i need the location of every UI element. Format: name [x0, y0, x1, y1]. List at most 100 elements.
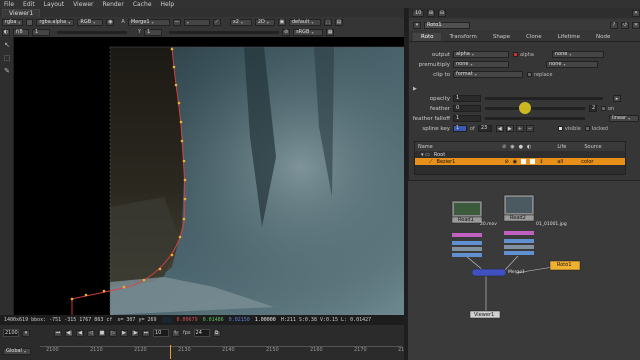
node-close-icon[interactable]: ✕ [632, 21, 640, 29]
lut-dropdown[interactable]: default ▾ [288, 18, 321, 26]
flipbook-icon[interactable]: ⧉ [212, 329, 221, 337]
node-name-field[interactable]: Roto1 [424, 21, 470, 29]
gain-slider[interactable] [57, 30, 127, 34]
feather-falloff-slider[interactable] [485, 117, 585, 120]
view-mode-dropdown[interactable]: 2D ▾ [254, 18, 275, 26]
first-frame-icon[interactable]: ⏮ [54, 329, 62, 337]
feather-slider[interactable] [485, 107, 585, 110]
delete-key-icon[interactable]: − [525, 125, 534, 132]
read2-node[interactable]: Read2 [510, 215, 526, 221]
layer-dropdown[interactable]: rgba.alpha ▾ [36, 18, 75, 26]
step-forward-icon[interactable]: ▶ [120, 329, 128, 337]
fstop-field[interactable]: f/8 [13, 28, 29, 36]
replace-checkbox[interactable] [527, 72, 532, 77]
expand-arrow-icon[interactable]: ▶ [413, 86, 417, 92]
prev-key-icon[interactable]: ◀ [495, 125, 504, 132]
prev-keyframe-icon[interactable]: ◀| [65, 329, 73, 337]
feather-field[interactable]: 0 [453, 105, 481, 112]
colorspace-dropdown[interactable]: RGB ▾ [77, 18, 104, 26]
output-dropdown[interactable]: alpha ▾ [453, 51, 509, 58]
menu-cache[interactable]: Cache [133, 1, 152, 8]
max-panels-field[interactable]: 10 [412, 9, 424, 17]
float-panel-icon[interactable]: ⊟ [438, 9, 446, 17]
color-picker-icon[interactable]: ◉ [106, 18, 115, 26]
gain-field[interactable]: 1 [32, 28, 50, 36]
lock-panel-icon[interactable]: ⊞ [427, 9, 435, 17]
next-keyframe-icon[interactable]: |▶ [131, 329, 139, 337]
menu-viewer[interactable]: Viewer [73, 1, 93, 8]
locked-checkbox[interactable] [584, 126, 590, 131]
menu-help[interactable]: Help [161, 1, 175, 8]
feather-on-checkbox[interactable] [601, 106, 606, 111]
output-extra-dropdown[interactable]: none ▾ [551, 51, 604, 58]
premultiply-extra-dropdown[interactable]: none ▾ [546, 61, 598, 68]
output-alpha-checkbox[interactable] [513, 52, 518, 57]
roto1-node[interactable]: Roto1 [557, 262, 572, 268]
layer-lock-icon[interactable]: ⊘ [505, 159, 509, 165]
tab-viewer1[interactable]: Viewer1 [2, 9, 41, 17]
node-help-icon[interactable]: ? [610, 21, 618, 29]
feather-num-field[interactable]: 2 [589, 105, 597, 112]
opacity-field[interactable]: 1 [453, 95, 481, 102]
tab-lifetime[interactable]: Lifetime [550, 33, 588, 41]
tab-transform[interactable]: Transform [441, 33, 484, 41]
read1-node[interactable]: Read1 [458, 217, 474, 223]
premultiply-dropdown[interactable]: none ▾ [453, 61, 509, 68]
clipping-icon[interactable]: ▦ [326, 28, 335, 36]
layer-color-swatch[interactable] [521, 159, 527, 164]
loop-icon[interactable]: ↻ [172, 329, 180, 337]
select-points-icon[interactable]: ⬚ [2, 53, 12, 63]
layer-row-root[interactable]: ▾ ▭ Root [415, 151, 625, 158]
tab-roto[interactable]: Roto [413, 33, 442, 41]
channel-swatch[interactable] [26, 18, 34, 26]
spline-key-field[interactable]: 1 [453, 125, 467, 132]
node-revert-icon[interactable]: ↺ [621, 21, 629, 29]
frame-options-icon[interactable]: ▾ [22, 329, 30, 337]
feather-falloff-field[interactable]: 1 [453, 115, 481, 122]
lock-icon[interactable]: ⊘ [282, 28, 291, 36]
menu-file[interactable]: File [4, 1, 14, 8]
overlay-icon[interactable]: ▤ [334, 18, 343, 26]
display-colorspace-dropdown[interactable]: sRGB ▾ [293, 28, 324, 36]
falloff-curve-dropdown[interactable]: linear ▾ [609, 115, 639, 122]
node-graph[interactable]: Read1 Read2 20.mov 01_01001.jpg Roto1 Me… [408, 180, 640, 360]
input-b-dropdown[interactable]: ▾ [183, 18, 210, 26]
opacity-slider[interactable] [485, 97, 603, 100]
tab-node[interactable]: Node [588, 33, 618, 41]
collapse-icon[interactable]: ▾ [413, 21, 421, 29]
viewer1-node[interactable]: Viewer1 [474, 312, 494, 318]
play-backward-icon[interactable]: ◁ [87, 329, 95, 337]
channels-dropdown[interactable]: rgba ▾ [2, 18, 24, 26]
layer-row-bezier1[interactable]: ⟋ Bezier1 ⊘ ◉ ↕ all color [415, 158, 625, 165]
compare-icon[interactable]: — [172, 18, 181, 26]
step-back-icon[interactable]: ◀ [76, 329, 84, 337]
fstop-icon[interactable]: ◐ [2, 28, 10, 36]
last-frame-icon[interactable]: ⏭ [142, 329, 150, 337]
range-mode-dropdown[interactable]: Global ▾ [3, 347, 31, 355]
input-a-dropdown[interactable]: Merge1 ▾ [127, 18, 170, 26]
next-key-icon[interactable]: ▶ [505, 125, 514, 132]
layer-visible-icon[interactable]: ◉ [513, 159, 517, 165]
gamma-slider[interactable] [169, 30, 280, 34]
stop-icon[interactable]: ■ [98, 329, 106, 337]
roi-icon[interactable]: ⬚ [323, 18, 332, 26]
layer-overlay-swatch[interactable] [530, 159, 536, 164]
viewer-canvas[interactable] [14, 37, 404, 315]
menu-edit[interactable]: Edit [23, 1, 35, 8]
visible-checkbox[interactable] [557, 126, 563, 131]
wipe-icon[interactable]: ⟋ [212, 18, 221, 26]
close-panel-icon[interactable]: ✕ [632, 9, 640, 17]
proxy-icon[interactable]: ▣ [277, 18, 286, 26]
select-arrow-icon[interactable]: ↖ [2, 40, 12, 50]
opacity-anim-icon[interactable]: ▸ [613, 95, 621, 102]
step-field[interactable]: 10 [153, 329, 169, 337]
menu-layout[interactable]: Layout [44, 1, 64, 8]
timeline-ruler[interactable]: 210021102120213021402150216021702180 [40, 345, 411, 359]
fps-field[interactable]: 24 [193, 329, 210, 337]
zoom-dropdown[interactable]: x2 ▾ [229, 18, 252, 26]
current-frame-field[interactable]: 2100 [3, 329, 19, 337]
gamma-field[interactable]: 1 [144, 28, 163, 36]
tab-shape[interactable]: Shape [485, 33, 518, 41]
clip-to-dropdown[interactable]: format ▾ [453, 71, 523, 78]
bezier-pen-icon[interactable]: ✎ [2, 66, 12, 76]
